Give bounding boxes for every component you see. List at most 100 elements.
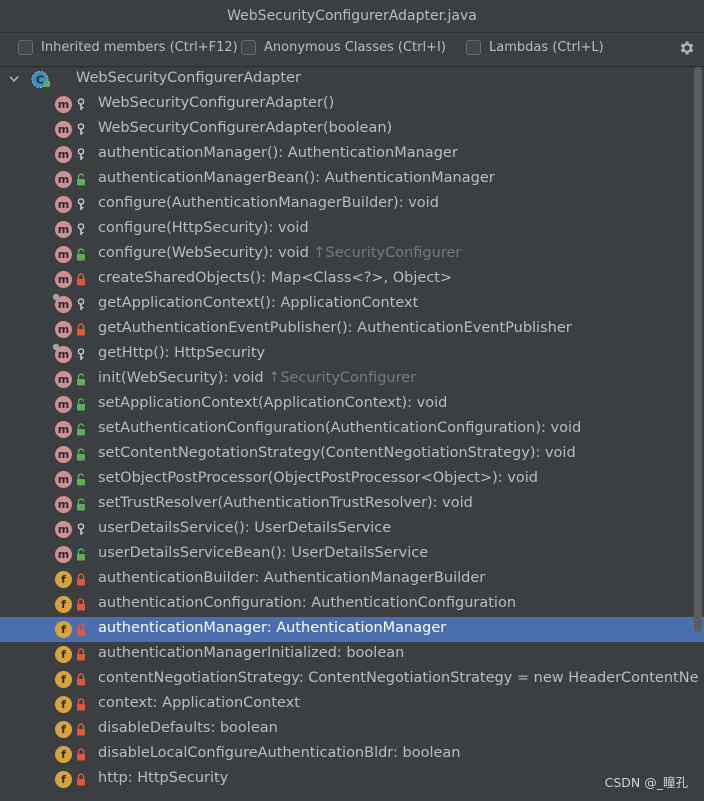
method-icon: m (55, 521, 72, 538)
private-lock-icon (77, 648, 85, 661)
method-item[interactable]: m authenticationManagerBean(): Authentica… (0, 167, 704, 192)
item-signature: http: HttpSecurity (98, 770, 229, 786)
item-label: authenticationManager: AuthenticationMan… (98, 620, 446, 636)
inherited-from-hint: ↑SecurityConfigurer (313, 245, 462, 261)
vertical-scrollbar[interactable] (694, 67, 702, 632)
method-icon: m (52, 343, 72, 363)
inherited-members-label: Inherited members (Ctrl+F12) (41, 40, 238, 55)
method-icon: m (55, 546, 72, 563)
method-icon: m (55, 171, 72, 188)
method-item[interactable]: m userDetailsService(): UserDetailsServic… (0, 517, 704, 542)
item-label: configure(AuthenticationManagerBuilder):… (98, 195, 439, 211)
item-label: configure(WebSecurity): void ↑SecurityCo… (98, 245, 461, 261)
anonymous-classes-option[interactable]: Anonymous Classes (Ctrl+I) (241, 40, 446, 55)
lambdas-checkbox[interactable] (466, 40, 481, 55)
method-icon: m (55, 471, 72, 488)
item-label: authenticationConfiguration: Authenticat… (98, 595, 516, 611)
method-icon: m (55, 396, 72, 413)
inherited-members-checkbox[interactable] (18, 40, 33, 55)
method-item[interactable]: m getHttp(): HttpSecurity (0, 342, 704, 367)
method-item[interactable]: m configure(AuthenticationManagerBuilder)… (0, 192, 704, 217)
private-lock-icon (77, 598, 85, 611)
item-label: http: HttpSecurity (98, 770, 228, 786)
method-item[interactable]: m setContentNegotationStrategy(ContentNeg… (0, 442, 704, 467)
method-item[interactable]: m configure(WebSecurity): void ↑SecurityC… (0, 242, 704, 267)
inherited-members-option[interactable]: Inherited members (Ctrl+F12) (18, 40, 238, 55)
public-lock-icon (77, 448, 85, 461)
item-label: init(WebSecurity): void ↑SecurityConfigu… (98, 370, 416, 386)
item-label: authenticationManagerBean(): Authenticat… (98, 170, 495, 186)
private-lock-icon (77, 573, 85, 586)
item-label: authenticationBuilder: AuthenticationMan… (98, 570, 485, 586)
protected-key-icon (77, 123, 85, 135)
window-title: WebSecurityConfigurerAdapter.java (227, 8, 477, 24)
anonymous-classes-checkbox[interactable] (241, 40, 256, 55)
item-label: authenticationManagerInitialized: boolea… (98, 645, 404, 661)
item-signature: userDetailsServiceBean(): UserDetailsSer… (98, 545, 429, 561)
private-lock-icon (77, 723, 85, 736)
item-signature: authenticationManagerInitialized: boolea… (98, 645, 405, 661)
public-lock-icon (77, 548, 85, 561)
method-icon: m (55, 246, 72, 263)
method-item[interactable]: m init(WebSecurity): void ↑SecurityConfig… (0, 367, 704, 392)
item-signature: authenticationManagerBean(): Authenticat… (98, 170, 495, 186)
field-item[interactable]: f authenticationManagerInitialized: boole… (0, 642, 704, 667)
public-lock-icon (77, 373, 85, 386)
field-item[interactable]: f context: ApplicationContext (0, 692, 704, 717)
private-lock-icon (77, 623, 85, 636)
field-item[interactable]: f disableLocalConfigureAuthenticationBldr… (0, 742, 704, 767)
svg-text:C: C (36, 74, 44, 87)
item-signature: configure(AuthenticationManagerBuilder):… (98, 195, 439, 211)
field-icon: f (55, 721, 72, 738)
method-item[interactable]: m authenticationManager(): Authentication… (0, 142, 704, 167)
root-class-label: WebSecurityConfigurerAdapter (76, 70, 301, 86)
field-icon: f (55, 596, 72, 613)
item-label: authenticationManager(): AuthenticationM… (98, 145, 458, 161)
method-icon: m (55, 121, 72, 138)
method-item[interactable]: m configure(HttpSecurity): void (0, 217, 704, 242)
field-item[interactable]: f authenticationConfiguration: Authentica… (0, 592, 704, 617)
protected-key-icon (77, 223, 85, 235)
method-item[interactable]: m setTrustResolver(AuthenticationTrustRes… (0, 492, 704, 517)
item-signature: authenticationConfiguration: Authenticat… (98, 595, 517, 611)
method-icon: m (55, 196, 72, 213)
inherited-from-hint: ↑SecurityConfigurer (268, 370, 417, 386)
tree-root[interactable]: C WebSecurityConfigurerAdapter (0, 67, 704, 92)
item-signature: getAuthenticationEventPublisher(): Authe… (98, 320, 572, 336)
abstract-class-icon: C (31, 71, 50, 88)
chevron-down-icon[interactable] (9, 75, 19, 83)
lambdas-option[interactable]: Lambdas (Ctrl+L) (466, 40, 604, 55)
method-icon: m (55, 221, 72, 238)
field-item[interactable]: f authenticationBuilder: AuthenticationMa… (0, 567, 704, 592)
method-item[interactable]: m createSharedObjects(): Map<Class<?>, Ob… (0, 267, 704, 292)
method-item[interactable]: m getApplicationContext(): ApplicationCon… (0, 292, 704, 317)
method-item[interactable]: m setApplicationContext(ApplicationContex… (0, 392, 704, 417)
item-label: userDetailsService(): UserDetailsService (98, 520, 391, 536)
field-item[interactable]: f disableDefaults: boolean (0, 717, 704, 742)
field-item[interactable]: f contentNegotiationStrategy: ContentNego… (0, 667, 704, 692)
item-label: userDetailsServiceBean(): UserDetailsSer… (98, 545, 428, 561)
method-icon: m (55, 496, 72, 513)
method-item[interactable]: m setObjectPostProcessor(ObjectPostProces… (0, 467, 704, 492)
field-item[interactable]: f http: HttpSecurity (0, 767, 704, 792)
item-signature: context: ApplicationContext (98, 695, 300, 711)
method-item[interactable]: m WebSecurityConfigurerAdapter() (0, 92, 704, 117)
item-signature: setContentNegotationStrategy(ContentNego… (98, 445, 576, 461)
protected-key-icon (77, 523, 85, 535)
method-item[interactable]: m setAuthenticationConfiguration(Authenti… (0, 417, 704, 442)
method-item[interactable]: m getAuthenticationEventPublisher(): Auth… (0, 317, 704, 342)
gear-icon[interactable] (678, 39, 696, 57)
window-title-bar: WebSecurityConfigurerAdapter.java (0, 0, 704, 33)
method-item[interactable]: m WebSecurityConfigurerAdapter(boolean) (0, 117, 704, 142)
method-item[interactable]: m userDetailsServiceBean(): UserDetailsSe… (0, 542, 704, 567)
field-icon: f (55, 646, 72, 663)
item-label: setTrustResolver(AuthenticationTrustReso… (98, 495, 473, 511)
field-item[interactable]: f authenticationManager: AuthenticationMa… (0, 617, 704, 642)
protected-key-icon (77, 348, 85, 360)
item-signature: init(WebSecurity): void (98, 370, 269, 386)
field-icon: f (55, 771, 72, 788)
structure-tree[interactable]: C WebSecurityConfigurerAdapter m WebSecur… (0, 67, 704, 801)
item-label: setObjectPostProcessor(ObjectPostProcess… (98, 470, 538, 486)
public-lock-icon (77, 398, 85, 411)
item-label: contentNegotiationStrategy: ContentNegot… (98, 670, 699, 686)
